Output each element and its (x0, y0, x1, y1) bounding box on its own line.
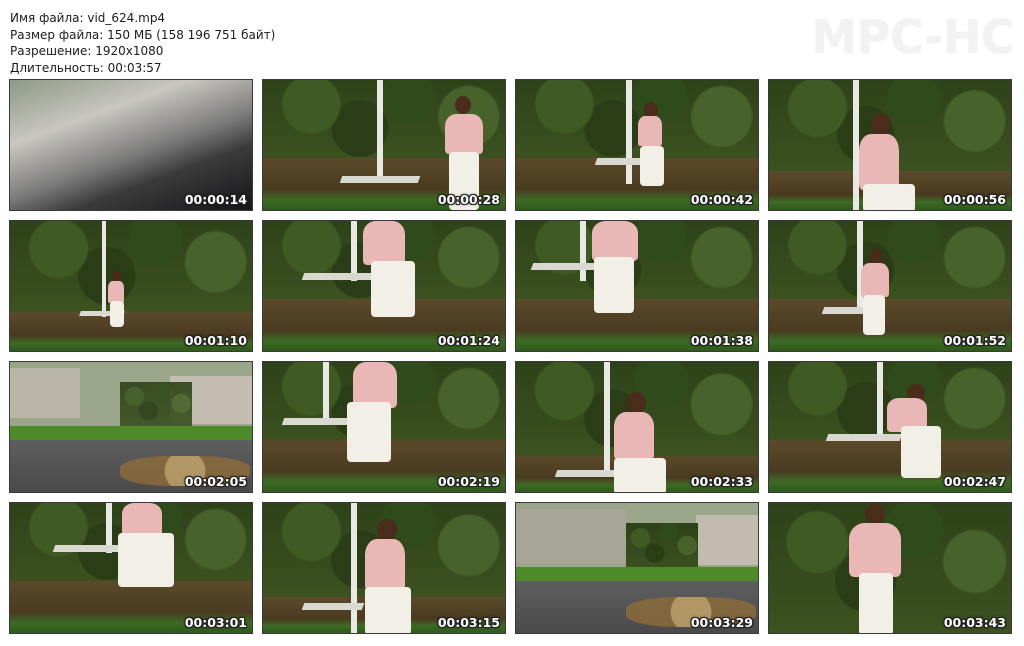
street-scene (10, 362, 252, 492)
walking-scene (769, 503, 1011, 633)
bench-scene-wide (10, 221, 252, 351)
resolution-label: Разрешение: 1920x1080 (10, 44, 164, 58)
thumbnail-7[interactable]: 00:01:38 (515, 220, 759, 352)
blurred-car-frame (10, 80, 252, 210)
mpc-hc-logo: MPC-HC (811, 10, 1014, 64)
file-size-label: Размер файла: 150 МБ (158 196 751 байт) (10, 27, 276, 42)
thumbnail-1[interactable]: 00:00:14 (9, 79, 253, 211)
thumbnail-11[interactable]: 00:02:33 (515, 361, 759, 493)
thumbnail-13[interactable]: 00:03:01 (9, 502, 253, 634)
bench-closeup (263, 221, 505, 351)
thumbnail-16[interactable]: 00:03:43 (768, 502, 1012, 634)
thumbnail-15[interactable]: 00:03:29 (515, 502, 759, 634)
thumbnail-12[interactable]: 00:02:47 (768, 361, 1012, 493)
thumbnail-grid: 00:00:14 00:00:28 00:00:42 00:00:56 00:0… (9, 79, 1015, 638)
timestamp: 00:02:33 (690, 474, 753, 489)
street-scene (516, 503, 758, 633)
file-name-label: Имя файла: vid_624.mp4 (10, 11, 166, 25)
duration-label: Длительность: 00:03:57 (10, 60, 162, 75)
bench-scene (263, 80, 505, 210)
timestamp: 00:03:15 (437, 615, 500, 630)
bench-closeup (263, 362, 505, 492)
bench-closeup (516, 221, 758, 351)
thumbnail-5[interactable]: 00:01:10 (9, 220, 253, 352)
file-info: Имя файла: vid_624.mp4 Размер файла: 150… (10, 10, 275, 76)
bench-closeup (10, 503, 252, 633)
timestamp: 00:02:05 (184, 474, 247, 489)
bench-scene (769, 80, 1011, 210)
thumbnail-8[interactable]: 00:01:52 (768, 220, 1012, 352)
timestamp: 00:00:14 (184, 192, 247, 207)
timestamp: 00:00:42 (690, 192, 753, 207)
bench-scene (516, 362, 758, 492)
bench-scene (516, 80, 758, 210)
timestamp: 00:02:19 (437, 474, 500, 489)
timestamp: 00:03:29 (690, 615, 753, 630)
timestamp: 00:00:56 (943, 192, 1006, 207)
timestamp: 00:00:28 (437, 192, 500, 207)
thumbnail-9[interactable]: 00:02:05 (9, 361, 253, 493)
thumbnail-4[interactable]: 00:00:56 (768, 79, 1012, 211)
timestamp: 00:01:52 (943, 333, 1006, 348)
thumbnail-3[interactable]: 00:00:42 (515, 79, 759, 211)
bench-scene (769, 362, 1011, 492)
bench-scene (263, 503, 505, 633)
thumbnail-14[interactable]: 00:03:15 (262, 502, 506, 634)
timestamp: 00:01:10 (184, 333, 247, 348)
thumbnail-6[interactable]: 00:01:24 (262, 220, 506, 352)
bench-scene (769, 221, 1011, 351)
timestamp: 00:03:43 (943, 615, 1006, 630)
timestamp: 00:01:38 (690, 333, 753, 348)
timestamp: 00:03:01 (184, 615, 247, 630)
thumbnail-10[interactable]: 00:02:19 (262, 361, 506, 493)
thumbnail-2[interactable]: 00:00:28 (262, 79, 506, 211)
timestamp: 00:02:47 (943, 474, 1006, 489)
timestamp: 00:01:24 (437, 333, 500, 348)
